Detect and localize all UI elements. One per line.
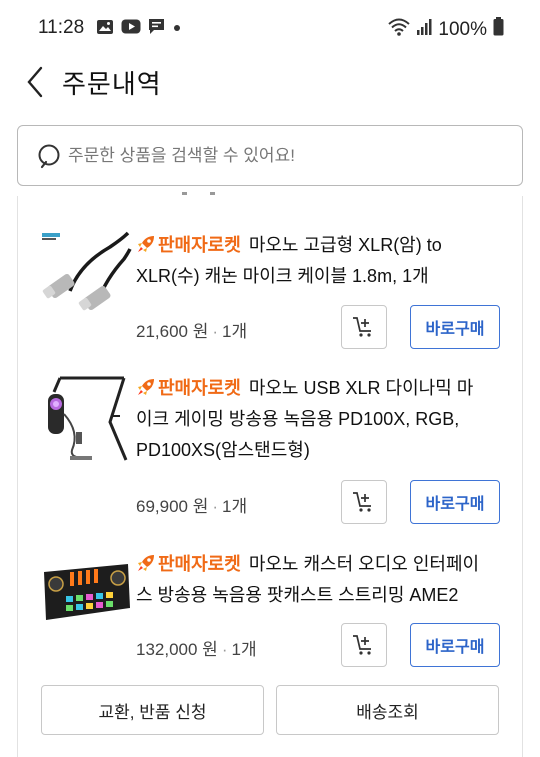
item-price: 69,900 원 — [136, 497, 209, 516]
order-search-box[interactable] — [17, 125, 523, 186]
battery-icon — [493, 17, 504, 42]
cart-plus-icon — [353, 492, 371, 512]
item-quantity: 1개 — [231, 640, 257, 659]
cart-plus-icon — [353, 317, 371, 337]
badge-label: 판매자로켓 — [158, 554, 241, 574]
product-image-mic-arm[interactable] — [40, 372, 134, 466]
delivery-tracking-button[interactable]: 배송조회 — [276, 685, 499, 735]
app-header: 주문내역 — [0, 56, 540, 106]
price-qty: 69,900 원 · 1개 — [136, 492, 247, 517]
item-title-line[interactable]: 판매자로켓 마오노 고급형 XLR(암) to XLR(수) 캐논 마이크 케이블… — [136, 230, 488, 292]
badge-label: 판매자로켓 — [158, 235, 241, 255]
item-title-line[interactable]: 판매자로켓 마오노 USB XLR 다이나믹 마이크 게이밍 방송용 녹음용 PD… — [136, 373, 488, 466]
dot-icon — [172, 20, 182, 38]
item-title-line[interactable]: 판매자로켓 마오노 캐스터 오디오 인터페이스 방송용 녹음용 팟캐스트 스트리밍… — [136, 549, 488, 611]
battery-percent: 100% — [438, 18, 487, 40]
message-icon — [148, 18, 165, 40]
cart-plus-icon — [353, 635, 371, 655]
product-image-audio-interface[interactable] — [40, 548, 134, 642]
separator-dot: · — [221, 640, 228, 659]
separator-dot: · — [212, 322, 219, 341]
status-bar: 11:28 100% — [0, 0, 540, 56]
status-time: 11:28 — [38, 17, 85, 38]
add-to-cart-button[interactable] — [341, 480, 387, 524]
search-input[interactable] — [68, 140, 508, 172]
back-button[interactable] — [20, 62, 50, 102]
rocket-icon — [136, 552, 156, 572]
system-status: 100% — [388, 17, 504, 42]
item-price: 132,000 원 — [136, 640, 218, 659]
notification-icons — [96, 18, 182, 40]
page-title: 주문내역 — [62, 69, 162, 99]
scroll-edge-mark — [182, 192, 215, 195]
gallery-icon — [96, 19, 114, 40]
seller-rocket-badge: 판매자로켓 — [136, 378, 241, 398]
add-to-cart-button[interactable] — [341, 623, 387, 667]
badge-label: 판매자로켓 — [158, 378, 241, 398]
item-price: 21,600 원 — [136, 322, 209, 341]
buy-now-button[interactable]: 바로구매 — [410, 623, 500, 667]
buy-now-button[interactable]: 바로구매 — [410, 480, 500, 524]
product-image-xlr-cable[interactable] — [40, 229, 134, 323]
price-qty: 132,000 원 · 1개 — [136, 635, 257, 660]
seller-rocket-badge: 판매자로켓 — [136, 235, 241, 255]
youtube-icon — [121, 19, 141, 39]
item-quantity: 1개 — [222, 322, 248, 341]
price-qty: 21,600 원 · 1개 — [136, 317, 247, 342]
rocket-icon — [136, 376, 156, 396]
item-quantity: 1개 — [222, 497, 248, 516]
rocket-icon — [136, 233, 156, 253]
wifi-icon — [388, 18, 411, 42]
separator-dot: · — [212, 497, 219, 516]
buy-now-button[interactable]: 바로구매 — [410, 305, 500, 349]
exchange-return-button[interactable]: 교환, 반품 신청 — [41, 685, 264, 735]
search-icon — [37, 143, 65, 176]
seller-rocket-badge: 판매자로켓 — [136, 554, 241, 574]
chevron-left-icon — [27, 66, 43, 98]
add-to-cart-button[interactable] — [341, 305, 387, 349]
signal-icon — [416, 18, 432, 41]
